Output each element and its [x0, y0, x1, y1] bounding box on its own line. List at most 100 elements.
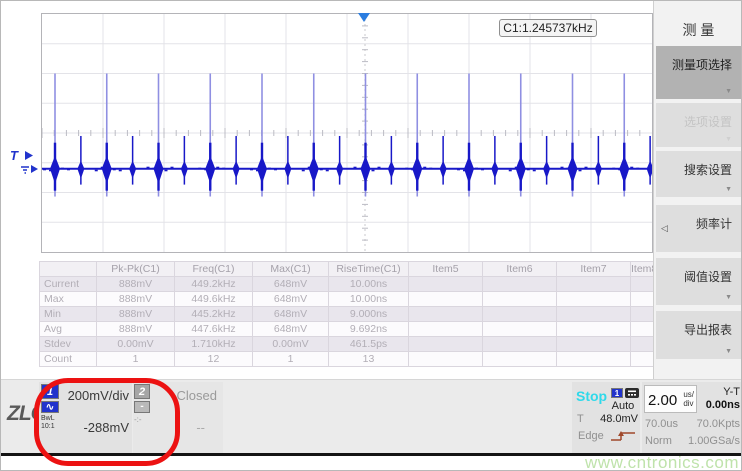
trigger-status-block[interactable]: Stop 1 Auto T 48.0mV Edge	[572, 382, 640, 453]
measurement-value: 1.710kHz	[175, 337, 253, 352]
measurement-value: 10.00ns	[329, 292, 409, 307]
waveform-display	[41, 13, 653, 253]
menu-button-6[interactable]: 导出报表▼	[656, 311, 742, 359]
timebase-status-block[interactable]: 2.00 us/ div Y-T 0.00ns 70.0us 70.0Kpts …	[642, 382, 742, 453]
menu-button-label: 频率计	[696, 217, 732, 231]
measurement-value: 648mV	[253, 307, 329, 322]
measurement-value	[557, 337, 631, 352]
column-header: Item8	[631, 262, 654, 277]
menu-panel: 测 量 测量项选择▼选项设置▼搜索设置▼频率计◁阈值设置▼导出报表▼	[653, 1, 742, 379]
channel-position-arrow-icon	[31, 165, 38, 173]
horizontal-position: 0.00ns	[688, 399, 740, 411]
measurement-value: 0.00mV	[97, 337, 175, 352]
measurement-value: 648mV	[253, 292, 329, 307]
measurement-value: 648mV	[253, 322, 329, 337]
measurement-value: 449.6kHz	[175, 292, 253, 307]
measurement-value	[631, 322, 654, 337]
measurement-value: 648mV	[253, 277, 329, 292]
trigger-position-marker[interactable]	[358, 13, 370, 22]
run-state-indicator: Stop	[576, 388, 607, 404]
measurement-value	[631, 352, 654, 367]
menu-button-label: 阈值设置	[684, 270, 732, 284]
table-row: Min888mV445.2kHz648mV9.000ns	[40, 307, 654, 322]
menu-button-5[interactable]: 阈值设置 ▼	[656, 258, 742, 305]
table-row: Stdev0.00mV1.710kHz0.00mV461.5ps	[40, 337, 654, 352]
menu-button-4[interactable]: 频率计 ◁	[656, 205, 742, 252]
measurement-value	[631, 277, 654, 292]
measurement-value	[409, 352, 483, 367]
menu-button-label: 测量项选择	[672, 58, 732, 72]
chevron-down-icon: ▼	[725, 348, 732, 355]
measurement-value	[557, 352, 631, 367]
column-header: Max(C1)	[253, 262, 329, 277]
measurement-value	[631, 337, 654, 352]
table-row: Current888mV449.2kHz648mV10.00ns	[40, 277, 654, 292]
frequency-counter-readout: C1:1.245737kHz	[499, 19, 597, 37]
measurement-value: 447.6kHz	[175, 322, 253, 337]
menu-title: 测 量	[654, 17, 742, 43]
watermark: www.cntronics.com	[585, 453, 739, 471]
chevron-down-icon: ▼	[725, 294, 732, 301]
column-header: Item5	[409, 262, 483, 277]
menu-button-label: 搜索设置	[684, 163, 732, 177]
measurement-value	[483, 352, 557, 367]
memory-depth: 70.0Kpts	[697, 418, 740, 430]
measurement-value: 888mV	[97, 292, 175, 307]
measurement-value: 9.000ns	[329, 307, 409, 322]
measurement-value	[483, 292, 557, 307]
measurement-value: 888mV	[97, 322, 175, 337]
waveform-trace	[42, 14, 652, 252]
trigger-level-markers[interactable]: T	[7, 145, 41, 185]
measurement-value	[631, 292, 654, 307]
row-label: Count	[40, 352, 97, 367]
menu-button-1[interactable]: 测量项选择 ▼	[656, 46, 742, 99]
trigger-level-value: 48.0mV	[592, 413, 638, 425]
measurement-value: 1	[253, 352, 329, 367]
measurement-value	[409, 322, 483, 337]
measurement-value: 0.00mV	[253, 337, 329, 352]
menu-button-3[interactable]: 搜索设置 ▼	[656, 151, 742, 197]
chevron-down-icon: ▼	[725, 186, 732, 193]
ground-icon	[21, 167, 29, 173]
column-header: Pk-Pk(C1)	[97, 262, 175, 277]
measurement-value	[409, 307, 483, 322]
annotation-highlight-circle	[34, 378, 180, 466]
menu-button-2: 选项设置 ▼	[656, 103, 742, 147]
row-label: Stdev	[40, 337, 97, 352]
measurement-value	[557, 307, 631, 322]
table-header-row: Pk-Pk(C1)Freq(C1)Max(C1)RiseTime(C1)Item…	[40, 262, 654, 277]
measurement-table: Pk-Pk(C1)Freq(C1)Max(C1)RiseTime(C1)Item…	[39, 261, 654, 367]
column-header: Item7	[557, 262, 631, 277]
measurement-value	[631, 307, 654, 322]
measurement-value: 888mV	[97, 307, 175, 322]
measurement-value: 12	[175, 352, 253, 367]
chevron-down-icon: ▼	[725, 88, 732, 95]
measurement-value: 449.2kHz	[175, 277, 253, 292]
rising-edge-icon	[610, 429, 637, 443]
display-mode: Y-T	[700, 386, 740, 398]
measurement-value: 13	[329, 352, 409, 367]
trigger-type-label: Edge	[578, 430, 604, 442]
measurement-value	[557, 322, 631, 337]
measurement-value: 9.692ns	[329, 322, 409, 337]
row-label: Avg	[40, 322, 97, 337]
trigger-t-icon: T	[10, 148, 19, 163]
table-row: Max888mV449.6kHz648mV10.00ns	[40, 292, 654, 307]
row-label: Min	[40, 307, 97, 322]
measurement-value	[409, 277, 483, 292]
table-row: Count112113	[40, 352, 654, 367]
chevron-left-icon: ◁	[661, 223, 668, 234]
chevron-down-icon: ▼	[725, 136, 732, 143]
trigger-level-label: T	[577, 413, 584, 425]
table-row: Avg888mV447.6kHz648mV9.692ns	[40, 322, 654, 337]
measurement-value: 1	[97, 352, 175, 367]
measurement-value: 10.00ns	[329, 277, 409, 292]
menu-button-label: 选项设置	[684, 115, 732, 129]
timebase-scale: 2.00	[648, 392, 677, 409]
trigger-coupling-icon	[625, 388, 639, 398]
measurement-value	[483, 307, 557, 322]
measurement-value: 888mV	[97, 277, 175, 292]
measurement-value	[409, 292, 483, 307]
sample-rate: 1.00GSa/s	[688, 435, 740, 447]
row-label: Current	[40, 277, 97, 292]
